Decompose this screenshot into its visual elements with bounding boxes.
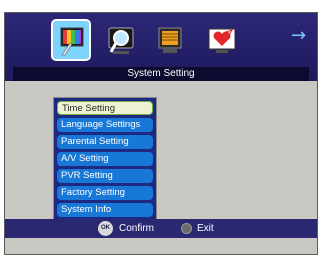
search-channel-icon[interactable] — [102, 21, 140, 61]
exit-label: Exit — [197, 223, 214, 234]
menu-item-pvr-setting[interactable]: PVR Setting — [57, 169, 153, 183]
picture-settings-icon[interactable] — [51, 19, 91, 61]
confirm-label: Confirm — [119, 223, 155, 234]
menu-item-parental-setting[interactable]: Parental Setting — [57, 135, 153, 149]
settings-panel-glyph — [158, 27, 182, 53]
favorites-icon[interactable] — [203, 21, 241, 61]
exit-button-icon[interactable] — [181, 223, 192, 234]
footer-hint-bar: OK Confirm Exit — [5, 219, 317, 238]
tv-picture-glyph — [60, 27, 84, 56]
menu-item-time-setting[interactable]: Time Setting — [57, 101, 153, 115]
menu-item-factory-setting[interactable]: Factory Setting — [57, 186, 153, 200]
magnifier-glyph — [108, 27, 134, 54]
heart-glyph — [208, 28, 236, 53]
page-title: System Setting — [13, 67, 309, 81]
ok-button-icon[interactable]: OK — [98, 221, 113, 236]
menu-item-av-setting[interactable]: A/V Setting — [57, 152, 153, 166]
menu-item-system-info[interactable]: System Info — [57, 203, 153, 217]
menu-item-language-settings[interactable]: Language Settings — [57, 118, 153, 132]
system-settings-icon[interactable] — [151, 21, 189, 61]
right-arrow-icon[interactable]: → — [291, 27, 306, 45]
top-icon-bar: → System Setting — [5, 13, 317, 81]
settings-menu: Time Setting Language Settings Parental … — [53, 97, 157, 221]
tv-osd-screen: → System Setting Time Setting Language S… — [4, 12, 318, 255]
